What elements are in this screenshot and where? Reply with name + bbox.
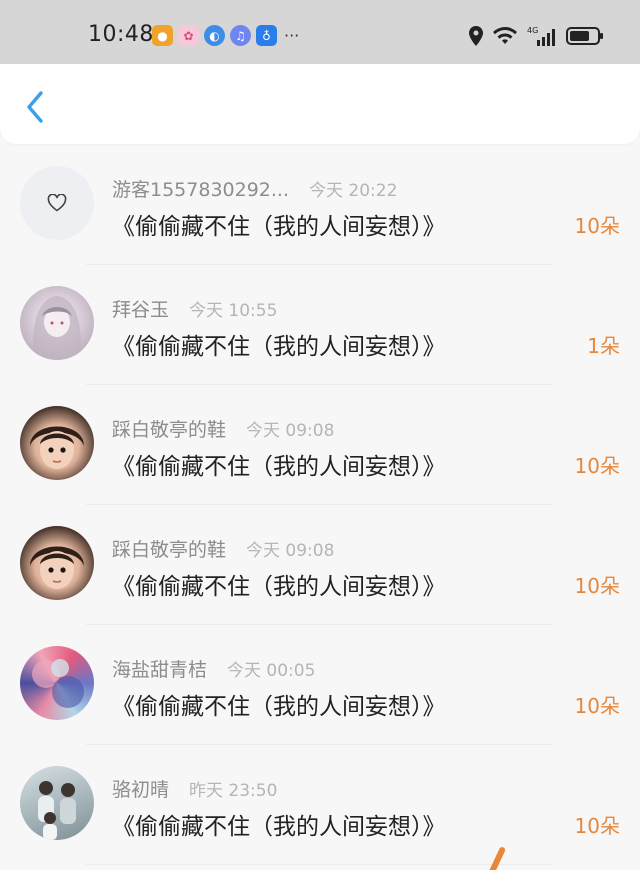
meta-row: 踩白敬亭的鞋 今天 09:08 <box>112 535 334 562</box>
child-avatar-image <box>30 546 84 589</box>
cellular-signal-icon: 4G <box>527 26 555 46</box>
divider <box>86 384 552 385</box>
gift-record-list: 游客1557830292... 今天 20:22 《偷偷藏不住（我的人间妄想）》… <box>0 158 640 870</box>
list-item[interactable]: 踩白敬亭的鞋 今天 09:08 《偷偷藏不住（我的人间妄想）》 10朵 <box>0 518 640 638</box>
timestamp: 今天 00:05 <box>227 661 316 681</box>
book-title[interactable]: 《偷偷藏不住（我的人间妄想）》 <box>112 807 446 841</box>
user-name[interactable]: 游客1557830292... <box>112 175 289 202</box>
child-avatar-image <box>30 426 84 469</box>
network-type-label: 4G <box>527 26 538 35</box>
book-title[interactable]: 《偷偷藏不住（我的人间妄想）》 <box>112 327 446 361</box>
wifi-icon <box>493 27 517 44</box>
flower-count: 1朵 <box>587 334 620 358</box>
list-item[interactable]: 踩白敬亭的鞋 今天 09:08 《偷偷藏不住（我的人间妄想）》 10朵 <box>0 398 640 518</box>
flower-count: 10朵 <box>574 214 620 238</box>
battery-icon <box>566 27 603 45</box>
heart-icon <box>47 194 67 212</box>
book-title[interactable]: 《偷偷藏不住（我的人间妄想）》 <box>112 207 446 241</box>
divider <box>86 864 552 865</box>
group-photo-avatar-image <box>38 781 76 840</box>
user-name[interactable]: 拜谷玉 <box>112 295 169 322</box>
avatar[interactable] <box>20 406 94 480</box>
music-app-icon: ♫ <box>230 25 251 46</box>
list-item[interactable]: 拜谷玉 今天 10:55 《偷偷藏不住（我的人间妄想）》 1朵 <box>0 278 640 398</box>
system-icons: 4G <box>469 25 604 47</box>
flower-count: 10朵 <box>574 574 620 598</box>
avatar[interactable] <box>20 166 94 240</box>
list-item[interactable]: 海盐甜青桔 今天 00:05 《偷偷藏不住（我的人间妄想）》 10朵 <box>0 638 640 758</box>
divider <box>86 624 552 625</box>
book-title[interactable]: 《偷偷藏不住（我的人间妄想）》 <box>112 567 446 601</box>
chevron-left-icon <box>27 91 43 123</box>
abstract-avatar-image <box>32 659 84 708</box>
divider <box>86 504 552 505</box>
meta-row: 踩白敬亭的鞋 今天 09:08 <box>112 415 334 442</box>
timestamp: 昨天 23:50 <box>189 781 278 801</box>
timestamp: 今天 09:08 <box>246 541 335 561</box>
status-bar: 10:48 ● ✿ ◐ ♫ ♁ ··· 4G <box>0 0 640 64</box>
flower-count: 10朵 <box>574 814 620 838</box>
flower-count: 10朵 <box>574 694 620 718</box>
timestamp: 今天 09:08 <box>246 421 335 441</box>
book-title[interactable]: 《偷偷藏不住（我的人间妄想）》 <box>112 687 446 721</box>
meta-row: 游客1557830292... 今天 20:22 <box>112 175 397 202</box>
gift-app-icon: ✿ <box>178 25 199 46</box>
header <box>0 64 640 144</box>
user-name[interactable]: 踩白敬亭的鞋 <box>112 535 226 562</box>
avatar[interactable] <box>20 766 94 840</box>
timestamp: 今天 20:22 <box>309 181 398 201</box>
avatar[interactable] <box>20 646 94 720</box>
list-item[interactable]: 游客1557830292... 今天 20:22 《偷偷藏不住（我的人间妄想）》… <box>0 158 640 278</box>
anime-girl-avatar-image <box>32 296 82 360</box>
status-time: 10:48 <box>88 22 154 47</box>
avatar[interactable] <box>20 286 94 360</box>
meta-row: 海盐甜青桔 今天 00:05 <box>112 655 315 682</box>
book-title[interactable]: 《偷偷藏不住（我的人间妄想）》 <box>112 447 446 481</box>
browser-app-icon: ◐ <box>204 25 225 46</box>
notification-icons: ● ✿ ◐ ♫ ♁ ··· <box>152 25 299 46</box>
user-name[interactable]: 骆初晴 <box>112 775 169 802</box>
meta-row: 拜谷玉 今天 10:55 <box>112 295 277 322</box>
timestamp: 今天 10:55 <box>189 301 278 321</box>
location-icon <box>469 26 483 46</box>
meta-row: 骆初晴 昨天 23:50 <box>112 775 277 802</box>
more-notifications-icon: ··· <box>284 26 300 45</box>
back-button[interactable] <box>20 90 50 124</box>
bulb-app-icon: ♁ <box>256 25 277 46</box>
camera-app-icon: ● <box>152 25 173 46</box>
divider <box>86 744 552 745</box>
avatar[interactable] <box>20 526 94 600</box>
user-name[interactable]: 踩白敬亭的鞋 <box>112 415 226 442</box>
flower-count: 10朵 <box>574 454 620 478</box>
list-item[interactable]: 骆初晴 昨天 23:50 《偷偷藏不住（我的人间妄想）》 10朵 <box>0 758 640 870</box>
divider <box>86 264 552 265</box>
user-name[interactable]: 海盐甜青桔 <box>112 655 207 682</box>
